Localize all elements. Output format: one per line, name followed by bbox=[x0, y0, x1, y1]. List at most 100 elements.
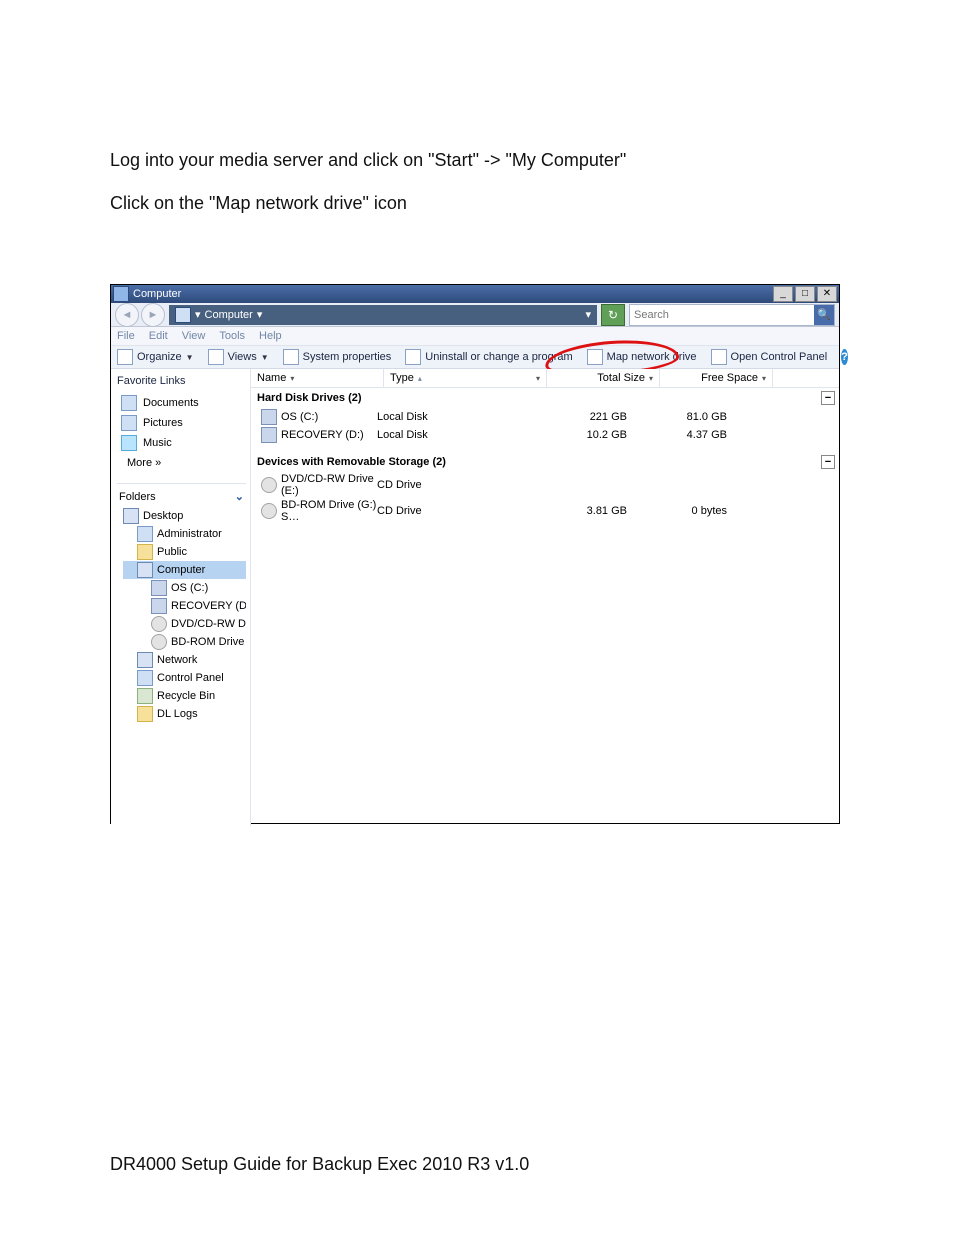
tree-bd-g[interactable]: BD-ROM Drive (G:) S bbox=[123, 633, 246, 651]
page-footer: DR4000 Setup Guide for Backup Exec 2010 … bbox=[110, 1154, 529, 1175]
sidebar-item-pictures[interactable]: Pictures bbox=[117, 413, 246, 433]
drive-row-recovery-d[interactable]: RECOVERY (D:) Local Disk 10.2 GB 4.37 GB bbox=[251, 426, 839, 444]
file-list: Name▾ Type▴▾ Total Size▾ Free Space▾ Har… bbox=[251, 369, 839, 826]
menu-view[interactable]: View bbox=[182, 330, 206, 342]
group-hard-disk-drives[interactable]: Hard Disk Drives (2) − bbox=[251, 388, 839, 408]
chevron-down-icon: ▼ bbox=[261, 353, 269, 362]
address-bar: ◄ ► ▾ Computer ▾ ▾ ↻ Search 🔍 bbox=[111, 303, 839, 327]
tree-recovery-d[interactable]: RECOVERY (D:) bbox=[123, 597, 246, 615]
tree-dl-logs[interactable]: DL Logs bbox=[123, 705, 246, 723]
search-placeholder: Search bbox=[634, 309, 669, 321]
drive-row-dvd-e[interactable]: DVD/CD-RW Drive (E:) CD Drive bbox=[251, 472, 839, 498]
uninstall-icon bbox=[405, 349, 421, 365]
column-free-space[interactable]: Free Space▾ bbox=[660, 369, 773, 387]
tree-desktop[interactable]: Desktop bbox=[123, 507, 246, 525]
cd-icon bbox=[151, 634, 167, 650]
user-icon bbox=[137, 526, 153, 542]
network-icon bbox=[137, 652, 153, 668]
cd-icon bbox=[261, 503, 277, 519]
chevron-down-icon: ▾ bbox=[762, 374, 766, 383]
folder-tree: Desktop Administrator Public Computer OS… bbox=[117, 507, 246, 723]
menu-file[interactable]: File bbox=[117, 330, 135, 342]
open-control-panel-button[interactable]: Open Control Panel bbox=[711, 349, 828, 365]
chevron-down-icon: ▾ bbox=[195, 308, 201, 321]
chevron-down-icon: ▾ bbox=[649, 374, 653, 383]
instruction-2: Click on the "Map network drive" icon bbox=[110, 193, 844, 214]
collapse-button[interactable]: − bbox=[821, 391, 835, 405]
control-panel-icon bbox=[137, 670, 153, 686]
maximize-button[interactable]: □ bbox=[795, 286, 815, 302]
menu-help[interactable]: Help bbox=[259, 330, 282, 342]
drive-icon bbox=[261, 427, 277, 443]
tree-control-panel[interactable]: Control Panel bbox=[123, 669, 246, 687]
refresh-button[interactable]: ↻ bbox=[601, 304, 625, 326]
sort-asc-icon: ▴ bbox=[418, 374, 422, 383]
tree-recycle-bin[interactable]: Recycle Bin bbox=[123, 687, 246, 705]
chevron-down-icon: ▾ bbox=[257, 308, 263, 321]
column-type[interactable]: Type▴▾ bbox=[384, 369, 547, 387]
column-headers: Name▾ Type▴▾ Total Size▾ Free Space▾ bbox=[251, 369, 839, 388]
chevron-down-icon: ⌄ bbox=[235, 490, 244, 503]
computer-icon bbox=[175, 307, 191, 323]
tree-dvd-e[interactable]: DVD/CD-RW Drive ( bbox=[123, 615, 246, 633]
search-button[interactable]: 🔍 bbox=[814, 305, 834, 325]
tree-os-c[interactable]: OS (C:) bbox=[123, 579, 246, 597]
favorites-header: Favorite Links bbox=[117, 375, 246, 387]
computer-icon bbox=[113, 286, 129, 302]
chevron-down-icon: ▾ bbox=[536, 374, 540, 383]
collapse-button[interactable]: − bbox=[821, 455, 835, 469]
menu-tools[interactable]: Tools bbox=[219, 330, 245, 342]
network-drive-icon bbox=[587, 349, 603, 365]
forward-button[interactable]: ► bbox=[141, 303, 165, 327]
recycle-bin-icon bbox=[137, 688, 153, 704]
tree-administrator[interactable]: Administrator bbox=[123, 525, 246, 543]
titlebar: Computer _ □ ✕ bbox=[111, 285, 839, 303]
tree-computer[interactable]: Computer bbox=[123, 561, 246, 579]
drive-row-bd-g[interactable]: BD-ROM Drive (G:) S… CD Drive 3.81 GB 0 … bbox=[251, 498, 839, 524]
cd-icon bbox=[261, 477, 277, 493]
chevron-down-icon: ▼ bbox=[186, 353, 194, 362]
cd-icon bbox=[151, 616, 167, 632]
chevron-down-icon[interactable]: ▾ bbox=[585, 308, 591, 321]
group-removable-storage[interactable]: Devices with Removable Storage (2) − bbox=[251, 452, 839, 472]
organize-icon bbox=[117, 349, 133, 365]
drive-icon bbox=[261, 409, 277, 425]
folders-header[interactable]: Folders⌄ bbox=[117, 483, 246, 507]
menu-bar: File Edit View Tools Help bbox=[111, 327, 839, 346]
explorer-window: Computer _ □ ✕ ◄ ► ▾ Computer ▾ ▾ ↻ Sear… bbox=[110, 284, 840, 824]
column-name[interactable]: Name▾ bbox=[251, 369, 384, 387]
computer-icon bbox=[137, 562, 153, 578]
documents-icon bbox=[121, 395, 137, 411]
uninstall-button[interactable]: Uninstall or change a program bbox=[405, 349, 572, 365]
back-button[interactable]: ◄ bbox=[115, 303, 139, 327]
computer-icon bbox=[283, 349, 299, 365]
sidebar: Favorite Links Documents Pictures Music … bbox=[111, 369, 251, 826]
views-button[interactable]: Views▼ bbox=[208, 349, 269, 365]
breadcrumb[interactable]: ▾ Computer ▾ ▾ bbox=[169, 305, 597, 325]
system-properties-button[interactable]: System properties bbox=[283, 349, 392, 365]
sidebar-item-music[interactable]: Music bbox=[117, 433, 246, 453]
organize-button[interactable]: Organize▼ bbox=[117, 349, 194, 365]
minimize-button[interactable]: _ bbox=[773, 286, 793, 302]
sidebar-item-documents[interactable]: Documents bbox=[117, 393, 246, 413]
chevron-down-icon: ▾ bbox=[290, 374, 294, 383]
folder-icon bbox=[137, 544, 153, 560]
instruction-1: Log into your media server and click on … bbox=[110, 150, 844, 171]
control-panel-icon bbox=[711, 349, 727, 365]
column-total-size[interactable]: Total Size▾ bbox=[547, 369, 660, 387]
sidebar-more[interactable]: More » bbox=[117, 453, 246, 479]
drive-icon bbox=[151, 580, 167, 596]
drive-row-os-c[interactable]: OS (C:) Local Disk 221 GB 81.0 GB bbox=[251, 408, 839, 426]
help-button[interactable]: ? bbox=[841, 349, 848, 365]
menu-edit[interactable]: Edit bbox=[149, 330, 168, 342]
tree-network[interactable]: Network bbox=[123, 651, 246, 669]
map-network-drive-button[interactable]: Map network drive bbox=[587, 349, 697, 365]
toolbar: Organize▼ Views▼ System properties Unins… bbox=[111, 346, 839, 369]
tree-public[interactable]: Public bbox=[123, 543, 246, 561]
folder-icon bbox=[137, 706, 153, 722]
pictures-icon bbox=[121, 415, 137, 431]
desktop-icon bbox=[123, 508, 139, 524]
views-icon bbox=[208, 349, 224, 365]
close-button[interactable]: ✕ bbox=[817, 286, 837, 302]
search-input[interactable]: Search 🔍 bbox=[629, 304, 835, 326]
